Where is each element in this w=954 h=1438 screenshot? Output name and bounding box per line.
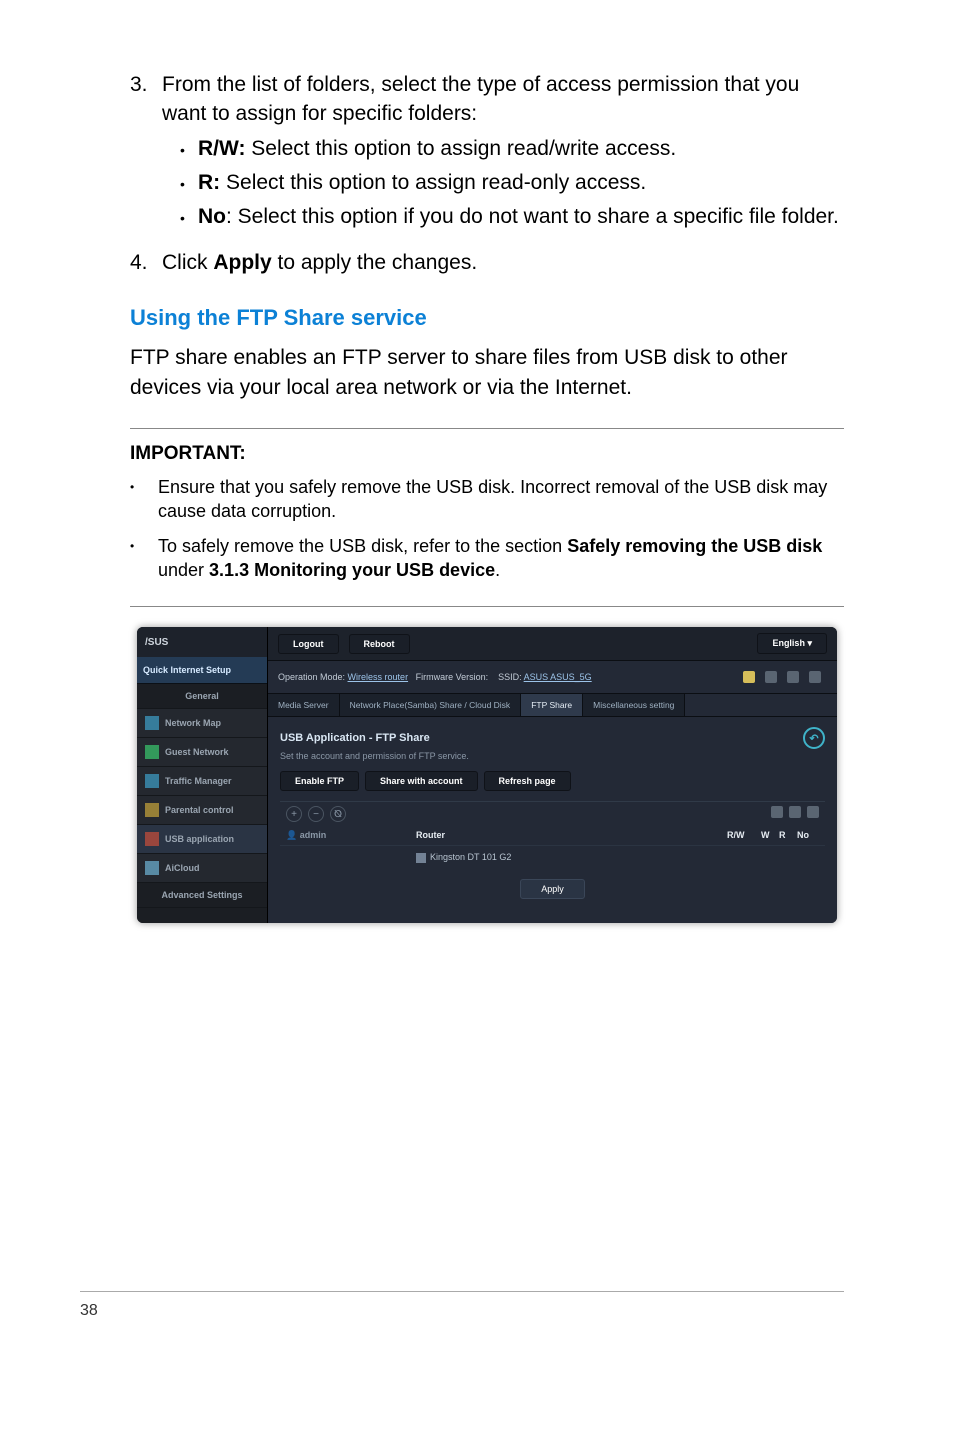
operation-mode-line: Operation Mode: Wireless router Firmware… xyxy=(278,672,592,682)
sidebar-item-usb-application[interactable]: USB application xyxy=(137,825,267,854)
sidebar-item-network-map[interactable]: Network Map xyxy=(137,709,267,738)
col-rw: R/W xyxy=(721,826,755,845)
r-text: Select this option to assign read-only a… xyxy=(220,171,646,194)
usb-status-icon[interactable] xyxy=(809,671,821,683)
col-r: R xyxy=(773,826,791,845)
important-item-1: Ensure that you safely remove the USB di… xyxy=(158,475,844,524)
panel-subtitle: Set the account and permission of FTP se… xyxy=(280,751,825,761)
rw-text: Select this option to assign read/write … xyxy=(245,137,676,160)
sidebar-item-quick-setup[interactable]: Quick Internet Setup xyxy=(137,657,267,684)
step-4-post: to apply the changes. xyxy=(272,251,477,274)
bullet-icon: • xyxy=(180,169,198,197)
status-icon[interactable] xyxy=(765,671,777,683)
important-colon: : xyxy=(239,443,245,464)
sidebar-item-guest-network[interactable]: Guest Network xyxy=(137,738,267,767)
edit-account-icon[interactable]: ⦰ xyxy=(330,806,346,822)
sidebar-header-advanced: Advanced Settings xyxy=(137,883,267,908)
tab-media-server[interactable]: Media Server xyxy=(268,694,340,716)
refresh-page-button[interactable]: Refresh page xyxy=(484,771,571,791)
tab-ftp-share[interactable]: FTP Share xyxy=(521,694,583,716)
router-screenshot: /SUS Quick Internet Setup General Networ… xyxy=(137,627,837,923)
bullet-icon: • xyxy=(130,534,158,583)
sidebar: /SUS Quick Internet Setup General Networ… xyxy=(137,627,268,923)
panel-title: USB Application - FTP Share xyxy=(280,732,430,744)
logout-button[interactable]: Logout xyxy=(278,634,339,654)
col-w: W xyxy=(755,826,773,845)
user-icon[interactable] xyxy=(743,671,755,683)
operation-mode-link[interactable]: Wireless router xyxy=(348,672,409,682)
account-action-tray: + − ⦰ xyxy=(280,802,410,826)
add-account-icon[interactable]: + xyxy=(286,806,302,822)
rw-label: R/W: xyxy=(198,137,245,160)
ssid-link[interactable]: ASUS ASUS_5G xyxy=(524,672,592,682)
tab-samba[interactable]: Network Place(Samba) Share / Cloud Disk xyxy=(340,694,522,716)
perm-w[interactable] xyxy=(755,845,773,869)
page-footer: 38 xyxy=(80,1291,844,1320)
perm-r[interactable] xyxy=(773,845,791,869)
step-3-no: • No: Select this option if you do not w… xyxy=(180,203,844,231)
important-item-2: To safely remove the USB disk, refer to … xyxy=(158,534,844,583)
language-dropdown[interactable]: English ▾ xyxy=(757,633,827,654)
bullet-icon: • xyxy=(130,475,158,524)
back-icon[interactable]: ↶ xyxy=(803,727,825,749)
enable-ftp-button[interactable]: Enable FTP xyxy=(280,771,359,791)
lock-icon xyxy=(145,803,159,817)
perm-no[interactable] xyxy=(791,845,825,869)
share-with-account-button[interactable]: Share with account xyxy=(365,771,478,791)
bullet-icon: • xyxy=(180,135,198,163)
tab-misc[interactable]: Miscellaneous setting xyxy=(583,694,685,716)
reboot-button[interactable]: Reboot xyxy=(349,634,410,654)
remove-account-icon[interactable]: − xyxy=(308,806,324,822)
step-3-rw: • R/W: Select this option to assign read… xyxy=(180,135,844,163)
traffic-icon xyxy=(145,774,159,788)
step-4-number: 4. xyxy=(130,248,162,277)
guest-network-icon xyxy=(145,745,159,759)
step-3-number: 3. xyxy=(130,70,162,238)
wifi-icon[interactable] xyxy=(787,671,799,683)
router-header: Router xyxy=(410,826,721,845)
sidebar-item-traffic-manager[interactable]: Traffic Manager xyxy=(137,767,267,796)
ftp-paragraph: FTP share enables an FTP server to share… xyxy=(130,343,844,402)
step-3-r: • R: Select this option to assign read-o… xyxy=(180,169,844,197)
network-map-icon xyxy=(145,716,159,730)
step-3: 3. From the list of folders, select the … xyxy=(130,70,844,238)
drive-icon xyxy=(416,853,426,863)
step-4-pre: Click xyxy=(162,251,213,274)
no-text: : Select this option if you do not want … xyxy=(226,205,839,228)
tool-icon[interactable] xyxy=(771,806,783,818)
chevron-down-icon: ▾ xyxy=(807,638,812,648)
tool-icon[interactable] xyxy=(789,806,801,818)
device-row[interactable]: Kingston DT 101 G2 xyxy=(410,845,721,869)
no-label: No xyxy=(198,205,226,228)
r-label: R: xyxy=(198,171,220,194)
sidebar-item-parental-control[interactable]: Parental control xyxy=(137,796,267,825)
perm-rw[interactable] xyxy=(721,845,755,869)
step-4-bold: Apply xyxy=(213,251,271,274)
ftp-heading: Using the FTP Share service xyxy=(130,305,844,331)
apply-button[interactable]: Apply xyxy=(520,879,585,899)
important-block: IMPORTANT: • Ensure that you safely remo… xyxy=(130,428,844,607)
bullet-icon: • xyxy=(180,203,198,231)
col-no: No xyxy=(791,826,825,845)
important-label: IMPORTANT xyxy=(130,443,239,464)
permission-table: 👤 admin Router R/W W R No Kingston DT 10… xyxy=(280,826,825,869)
sidebar-item-aicloud[interactable]: AiCloud xyxy=(137,854,267,883)
page-number: 38 xyxy=(80,1302,98,1319)
user-cell[interactable]: 👤 admin xyxy=(280,826,410,845)
step-4: 4. Click Apply to apply the changes. xyxy=(130,248,844,277)
sidebar-header-general: General xyxy=(137,684,267,709)
usb-icon xyxy=(145,832,159,846)
tool-icon[interactable] xyxy=(807,806,819,818)
step-3-text: From the list of folders, select the typ… xyxy=(162,73,799,125)
cloud-icon xyxy=(145,861,159,875)
